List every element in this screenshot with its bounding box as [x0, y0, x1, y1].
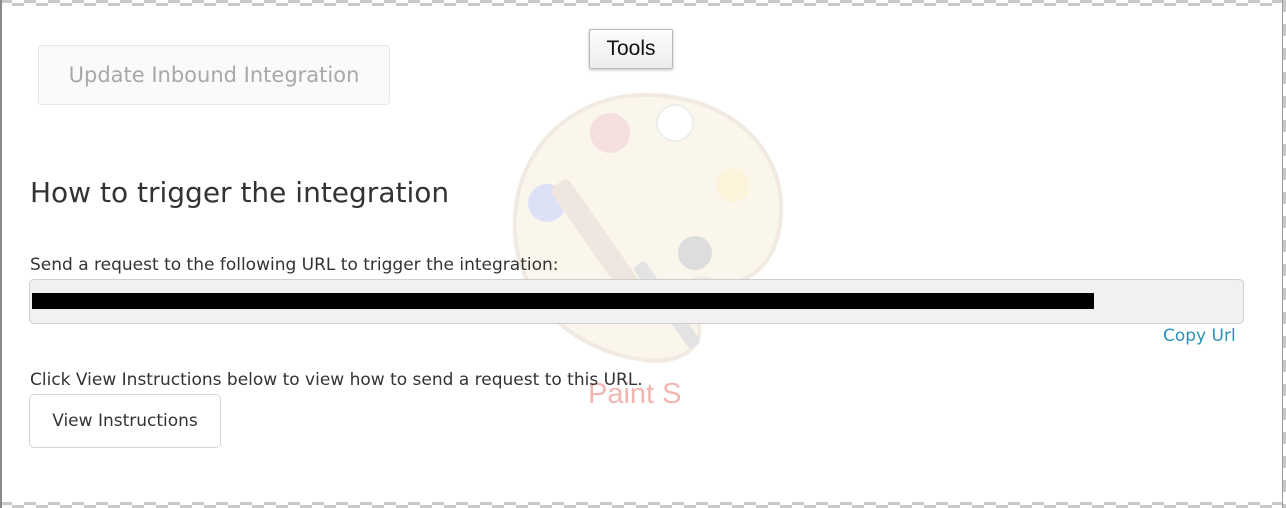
- update-inbound-integration-button[interactable]: Update Inbound Integration: [38, 45, 390, 105]
- instructions-text: Click View Instructions below to view ho…: [30, 370, 643, 390]
- section-title: How to trigger the integration: [30, 176, 450, 209]
- view-instructions-button[interactable]: View Instructions: [29, 394, 221, 448]
- url-label: Send a request to the following URL to t…: [30, 255, 559, 275]
- window-left-border: [0, 0, 2, 508]
- integration-url-field[interactable]: [29, 279, 1244, 324]
- copy-url-link[interactable]: Copy Url: [1163, 326, 1236, 346]
- window-right-border: [1282, 0, 1286, 508]
- tools-button[interactable]: Tools: [589, 29, 673, 69]
- url-redaction-bar: [32, 293, 1094, 309]
